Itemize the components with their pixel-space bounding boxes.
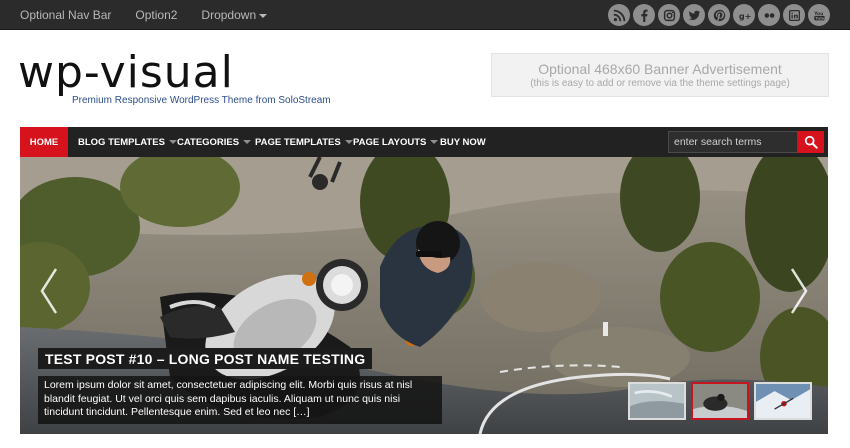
google-plus-icon[interactable]: g+ bbox=[733, 4, 755, 26]
search-icon bbox=[804, 135, 818, 149]
nav-item-page-templates[interactable]: PAGE TEMPLATES bbox=[255, 127, 353, 157]
banner-ad[interactable]: Optional 468x60 Banner Advertisement (th… bbox=[491, 53, 829, 97]
featured-slider: TEST POST #10 – LONG POST NAME TESTING L… bbox=[20, 157, 828, 434]
social-icons: g+ You Tube bbox=[608, 4, 830, 26]
svg-text:g+: g+ bbox=[738, 10, 750, 20]
chevron-down-icon bbox=[168, 140, 177, 144]
chevron-down-icon bbox=[243, 140, 252, 144]
search-button[interactable] bbox=[798, 131, 824, 153]
top-nav-label: Option2 bbox=[135, 8, 178, 22]
youtube-icon[interactable]: You Tube bbox=[808, 4, 830, 26]
nav-item-label: CATEGORIES bbox=[177, 136, 240, 148]
instagram-icon[interactable] bbox=[658, 4, 680, 26]
nav-item-buy-now[interactable]: BUY NOW bbox=[440, 127, 486, 157]
nav-item-home[interactable]: HOME bbox=[20, 127, 68, 157]
rss-icon[interactable] bbox=[608, 4, 630, 26]
chevron-down-icon bbox=[430, 140, 439, 144]
top-nav-item-optional[interactable]: Optional Nav Bar bbox=[20, 8, 111, 22]
main-nav: HOME BLOG TEMPLATES CATEGORIES PAGE TEMP… bbox=[20, 127, 828, 157]
chevron-left-icon[interactable] bbox=[38, 267, 60, 315]
svg-text:Tube: Tube bbox=[815, 15, 826, 20]
top-nav-label: Optional Nav Bar bbox=[20, 8, 112, 22]
search-input[interactable] bbox=[668, 131, 798, 153]
slide-title[interactable]: TEST POST #10 – LONG POST NAME TESTING bbox=[38, 348, 373, 369]
linkedin-icon[interactable] bbox=[783, 4, 805, 26]
site-tagline: Premium Responsive WordPress Theme from … bbox=[72, 95, 331, 106]
chevron-down-icon bbox=[259, 13, 268, 18]
search-form bbox=[668, 131, 824, 153]
banner-subtitle: (this is easy to add or remove via the t… bbox=[530, 78, 790, 89]
top-nav-item-option2[interactable]: Option2 bbox=[135, 8, 177, 22]
banner-title: Optional 468x60 Banner Advertisement bbox=[538, 61, 782, 77]
nav-item-blog-templates[interactable]: BLOG TEMPLATES bbox=[78, 127, 177, 157]
nav-item-label: BLOG TEMPLATES bbox=[78, 136, 165, 148]
nav-item-label: PAGE TEMPLATES bbox=[255, 136, 341, 148]
top-bar: Optional Nav Bar Option2 Dropdown g+ You bbox=[0, 0, 850, 30]
slide-thumbnail[interactable] bbox=[754, 382, 812, 420]
nav-item-categories[interactable]: CATEGORIES bbox=[177, 127, 252, 157]
facebook-icon[interactable] bbox=[633, 4, 655, 26]
nav-item-label: PAGE LAYOUTS bbox=[353, 136, 427, 148]
slide-thumbnail-active[interactable] bbox=[691, 382, 749, 420]
flickr-icon[interactable] bbox=[758, 4, 780, 26]
pinterest-icon[interactable] bbox=[708, 4, 730, 26]
top-nav: Optional Nav Bar Option2 Dropdown bbox=[20, 0, 291, 30]
top-nav-label: Dropdown bbox=[201, 8, 257, 22]
slide-thumbnail[interactable] bbox=[628, 382, 686, 420]
twitter-icon[interactable] bbox=[683, 4, 705, 26]
chevron-down-icon bbox=[344, 140, 353, 144]
top-nav-item-dropdown[interactable]: Dropdown bbox=[201, 8, 268, 22]
nav-item-page-layouts[interactable]: PAGE LAYOUTS bbox=[353, 127, 439, 157]
chevron-right-icon[interactable] bbox=[788, 267, 810, 315]
slide-excerpt: Lorem ipsum dolor sit amet, consectetuer… bbox=[38, 376, 442, 424]
slide-thumbnails bbox=[628, 382, 812, 420]
site-logo[interactable]: wp-visual bbox=[18, 50, 234, 96]
nav-item-label: HOME bbox=[29, 136, 59, 148]
nav-item-label: BUY NOW bbox=[440, 136, 486, 148]
